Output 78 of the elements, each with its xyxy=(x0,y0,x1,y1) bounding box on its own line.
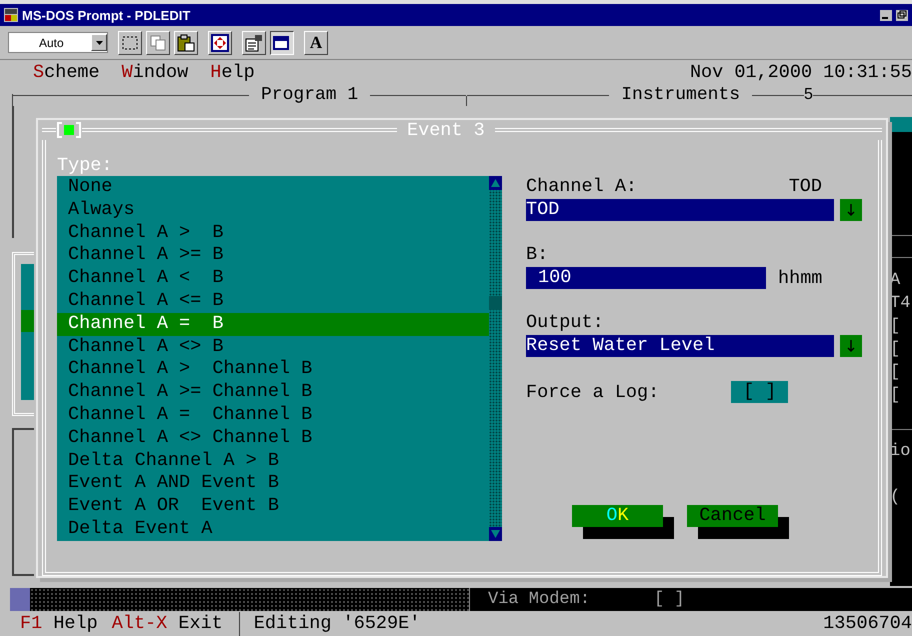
field-label: Channel A: xyxy=(526,176,638,198)
panel-text: io xyxy=(890,441,912,463)
scroll-down-icon[interactable] xyxy=(489,526,502,541)
panel-text: [ xyxy=(890,316,902,338)
copy-button[interactable] xyxy=(146,30,170,54)
panel-text: ( xyxy=(890,487,902,509)
properties-icon xyxy=(245,34,263,52)
status-number: 13506704 xyxy=(823,613,912,634)
window-icon xyxy=(273,34,291,52)
type-label: Type: xyxy=(57,156,113,176)
list-item[interactable]: Channel A = Channel B xyxy=(57,404,489,427)
list-item[interactable]: Event A OR Event B xyxy=(57,495,489,518)
app-icon xyxy=(4,8,18,22)
window-title: MS-DOS Prompt - PDLEDIT xyxy=(22,8,192,22)
fullscreen-button[interactable] xyxy=(208,30,232,54)
window-number: 5 xyxy=(804,86,813,104)
list-item[interactable]: Event A AND Event B xyxy=(57,472,489,496)
paste-button[interactable] xyxy=(174,30,198,54)
field-label: Output: xyxy=(526,312,604,334)
copy-icon xyxy=(150,34,166,50)
list-item[interactable]: Always xyxy=(57,198,489,222)
panel-text: [ xyxy=(890,339,902,361)
list-item[interactable]: Channel A < B xyxy=(57,267,489,290)
value-field[interactable]: 100 xyxy=(526,267,766,289)
minimize-icon[interactable] xyxy=(880,10,892,20)
properties-button[interactable] xyxy=(242,30,266,54)
list-item[interactable]: None xyxy=(57,176,489,199)
font-button[interactable]: A xyxy=(304,30,328,54)
list-item[interactable]: Channel A > Channel B xyxy=(57,358,489,382)
caret-icon xyxy=(96,40,102,44)
modem-label: Via Modem: xyxy=(488,590,590,609)
field-label: B: xyxy=(526,244,548,266)
list-item[interactable]: Channel A <= B xyxy=(57,290,489,313)
dropdown-button[interactable] xyxy=(840,335,862,357)
unit-label: hhmm xyxy=(778,268,822,288)
menu-item[interactable]: Help xyxy=(210,62,255,82)
channel-field[interactable]: TOD xyxy=(526,199,834,221)
output-field[interactable]: Reset Water Level xyxy=(526,335,834,357)
dialog-button[interactable]: Cancel xyxy=(687,504,778,527)
select-icon xyxy=(122,36,138,50)
list-item[interactable]: Channel A <> B xyxy=(57,336,489,358)
status-message: Editing '6529E' xyxy=(254,613,420,634)
list-item[interactable]: Channel A = B xyxy=(57,312,489,336)
restore-icon[interactable] xyxy=(896,10,908,20)
window-title: Instruments xyxy=(620,85,742,105)
list-item[interactable]: Channel A > B xyxy=(57,222,489,244)
background-button[interactable] xyxy=(270,30,294,54)
dropdown-button[interactable] xyxy=(840,199,862,221)
key-hint[interactable]: F1 Help xyxy=(20,613,98,634)
down-arrow-icon xyxy=(847,204,855,216)
field-hint: TOD xyxy=(788,176,822,198)
list-item[interactable]: Delta Event A xyxy=(57,518,489,541)
paste-icon xyxy=(177,34,195,52)
field-label: Force a Log: xyxy=(526,382,660,402)
dialog-title: Event 3 xyxy=(406,120,486,140)
fullscreen-icon xyxy=(211,34,229,52)
down-arrow-icon xyxy=(847,340,855,352)
dialog-button[interactable]: OK xyxy=(572,504,663,527)
list-item[interactable]: Delta Channel A > B xyxy=(57,450,489,472)
list-item[interactable]: Channel A >= Channel B xyxy=(57,381,489,404)
modem-checkbox[interactable]: [ ] xyxy=(654,590,685,609)
panel-header xyxy=(890,117,912,132)
list-item[interactable]: Channel A <> Channel B xyxy=(57,426,489,450)
scroll-up-icon[interactable] xyxy=(489,176,502,190)
clock: Nov 01,2000 10:31:55 xyxy=(690,62,912,82)
scroll-thumb[interactable] xyxy=(489,296,502,310)
menu-item[interactable]: Scheme xyxy=(33,62,100,82)
log-checkbox[interactable]: [ ] xyxy=(731,381,788,403)
mark-button[interactable] xyxy=(118,30,142,54)
menu-item[interactable]: Window xyxy=(122,62,188,82)
key-hint[interactable]: Alt-X Exit xyxy=(112,613,223,634)
panel-text: [ xyxy=(890,362,902,384)
window-title: Program 1 xyxy=(260,85,360,105)
panel-text: T4 xyxy=(890,293,912,315)
scrollbar[interactable] xyxy=(489,176,502,541)
panel-text: [ xyxy=(890,385,902,407)
font-size-dropdown[interactable]: Auto xyxy=(8,32,108,53)
list-item[interactable]: Channel A >= B xyxy=(57,244,489,268)
